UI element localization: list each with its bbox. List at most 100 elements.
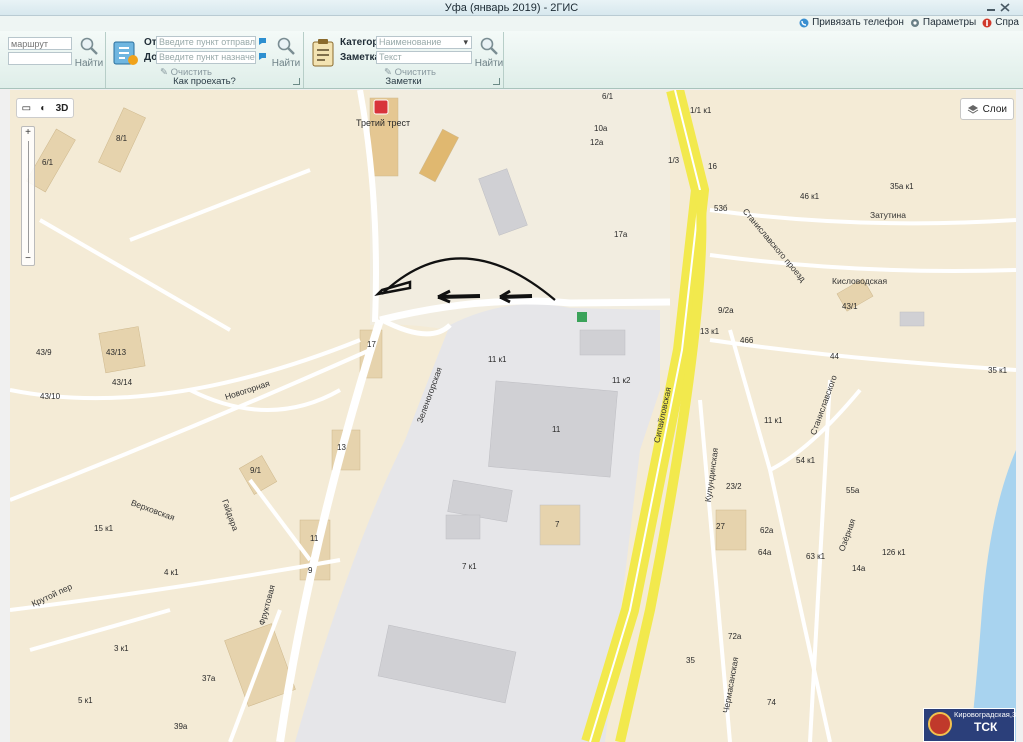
house-number: 43/9 <box>36 348 52 357</box>
house-number: 72а <box>728 632 742 641</box>
house-number: 13 к1 <box>700 327 720 336</box>
house-number: 35 к1 <box>988 366 1008 375</box>
map-view[interactable]: Зеленогорская Сипайловская Новогорная Ве… <box>10 90 1016 742</box>
notes-category-select[interactable]: Наименование ▾ <box>376 36 472 49</box>
house-number: 27 <box>716 522 725 531</box>
house-number: 64а <box>758 548 772 557</box>
search-group: Найти <box>0 32 106 88</box>
house-number: 11 <box>552 425 561 434</box>
house-number: 54 к1 <box>796 456 816 465</box>
house-number: 53б <box>714 204 728 213</box>
link-help-label: Спра <box>995 17 1019 28</box>
house-number: 8/1 <box>116 134 128 143</box>
house-number: 1/3 <box>668 156 680 165</box>
route-group-launcher[interactable] <box>293 78 300 85</box>
notes-text-input[interactable]: Текст <box>376 51 472 64</box>
house-number: 5 к1 <box>78 696 93 705</box>
route-group-caption: Как проехать? <box>173 76 236 87</box>
house-number: 7 к1 <box>462 562 477 571</box>
route-icon <box>113 41 138 65</box>
layers-icon <box>967 105 978 114</box>
house-number: 4 к1 <box>164 568 179 577</box>
house-number: 62а <box>760 526 774 535</box>
search-find-button[interactable]: Найти <box>74 36 104 72</box>
link-bind-phone[interactable]: Привязать телефон <box>799 17 904 28</box>
house-number: 11 к2 <box>612 376 631 385</box>
route-group: От До Введите пункт отправления Введите … <box>106 32 304 88</box>
house-number: 126 к1 <box>882 548 906 557</box>
banner-brand: ТСК <box>974 720 998 734</box>
banner-address: Кировоградская,3 <box>954 710 1016 719</box>
ribbon-tab-row: Привязать телефон Параметры Спра <box>0 16 1023 31</box>
link-help[interactable]: Спра <box>982 17 1019 28</box>
house-number: 10а <box>594 124 608 133</box>
house-number: 44 <box>830 352 839 361</box>
house-number: 11 к1 <box>764 416 783 425</box>
zoom-control: + − <box>21 126 35 266</box>
notes-group-launcher[interactable] <box>493 78 500 85</box>
street-label: Затутина <box>870 210 906 220</box>
help-icon <box>982 18 992 27</box>
house-number: 43/14 <box>112 378 133 387</box>
layers-button[interactable]: Слои <box>959 98 1014 120</box>
house-number: 63 к1 <box>806 552 826 561</box>
notes-find-button[interactable]: Найти <box>474 36 504 72</box>
tsk-logo-icon <box>928 712 952 736</box>
zoom-out-button[interactable]: − <box>23 254 33 264</box>
house-number: 15 к1 <box>94 524 114 533</box>
house-number: 9/1 <box>250 466 262 475</box>
clipboard-icon <box>312 39 334 67</box>
search-icon <box>480 37 498 55</box>
zoom-in-button[interactable]: + <box>23 128 33 138</box>
house-number: 35 <box>686 656 695 665</box>
house-number: 11 <box>310 534 319 543</box>
house-number: 466 <box>740 336 754 345</box>
house-number: 14а <box>852 564 866 573</box>
poi-label: Третий трест <box>356 118 411 128</box>
advert-banner[interactable]: Кировоградская,3 ТСК <box>923 708 1016 742</box>
zoom-track[interactable] <box>28 141 29 253</box>
house-number: 43/13 <box>106 348 127 357</box>
house-number: 11 к1 <box>488 355 507 364</box>
house-number: 12а <box>590 138 604 147</box>
map-view-toolbar: ▭ ◐ 3D <box>16 98 74 118</box>
close-icon[interactable] <box>999 2 1011 13</box>
link-parameters[interactable]: Параметры <box>910 17 976 28</box>
house-number: 43/10 <box>40 392 61 401</box>
notes-category-value: Наименование <box>379 37 442 47</box>
house-number: 13 <box>337 443 346 452</box>
ruler-icon[interactable]: ▭ <box>22 103 31 114</box>
phone-icon <box>799 18 809 27</box>
mode-3d-button[interactable]: 3D <box>56 103 69 114</box>
house-number: 17а <box>614 230 628 239</box>
house-number: 74 <box>767 698 776 707</box>
pin-to-icon[interactable] <box>258 52 267 61</box>
house-number: 35а к1 <box>890 182 914 191</box>
window-title: Уфа (январь 2019) - 2ГИС <box>444 2 579 14</box>
measure-icon[interactable]: ◐ <box>40 103 46 114</box>
layers-label: Слои <box>982 103 1007 115</box>
chevron-down-icon: ▾ <box>463 37 468 47</box>
search-icon <box>277 37 295 55</box>
house-number: 55а <box>846 486 860 495</box>
house-number: 37а <box>202 674 216 683</box>
route-find-label: Найти <box>271 58 301 69</box>
route-to-input[interactable]: Введите пункт назначения <box>156 51 256 64</box>
search-input[interactable] <box>8 37 72 50</box>
house-number: 7 <box>555 520 560 529</box>
house-number: 17 <box>367 340 376 349</box>
house-number: 23/2 <box>726 482 742 491</box>
route-find-button[interactable]: Найти <box>271 36 301 72</box>
street-label: Кисловодская <box>832 276 888 286</box>
search-icon <box>80 37 98 55</box>
house-number: 9 <box>308 566 313 575</box>
link-bind-phone-label: Привязать телефон <box>812 17 904 28</box>
notes-group-caption: Заметки <box>385 76 422 87</box>
house-number: 46 к1 <box>800 192 820 201</box>
house-number: 3 к1 <box>114 644 129 653</box>
pin-from-icon[interactable] <box>258 37 267 46</box>
house-number: 1/1 к1 <box>690 106 712 115</box>
minimize-icon[interactable] <box>985 2 997 13</box>
search-input-2[interactable] <box>8 52 72 65</box>
route-from-input[interactable]: Введите пункт отправления <box>156 36 256 49</box>
